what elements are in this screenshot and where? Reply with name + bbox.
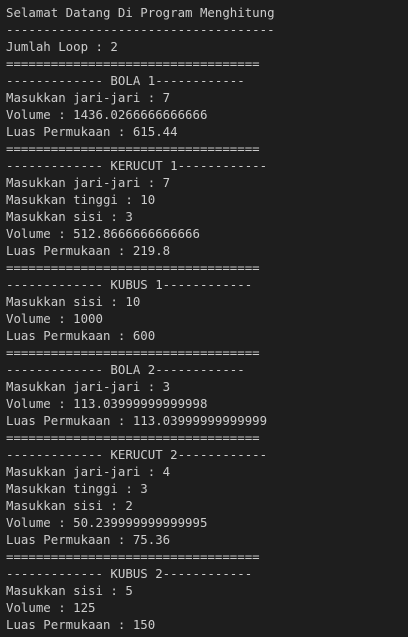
output-line: Volume : 125 bbox=[6, 600, 96, 615]
output-line: Jumlah Loop : 2 bbox=[6, 39, 118, 54]
output-line: Volume : 512.8666666666666 bbox=[6, 226, 200, 241]
output-line: Volume : 50.239999999999995 bbox=[6, 515, 208, 530]
output-line: Selamat Datang Di Program Menghitung bbox=[6, 5, 275, 20]
output-line: ================================== bbox=[6, 549, 260, 564]
output-line: Volume : 113.03999999999998 bbox=[6, 396, 208, 411]
output-line: Masukkan jari-jari : 3 bbox=[6, 379, 171, 394]
output-line: ------------- KUBUS 1------------ bbox=[6, 277, 253, 292]
output-line: ------------- KUBUS 2------------ bbox=[6, 566, 253, 581]
output-line: Masukkan jari-jari : 7 bbox=[6, 175, 171, 190]
output-line: Luas Permukaan : 75.36 bbox=[6, 532, 171, 547]
terminal-output[interactable]: Selamat Datang Di Program Menghitung ---… bbox=[0, 0, 408, 637]
output-line: ------------- KERUCUT 2------------ bbox=[6, 447, 268, 462]
output-line: Masukkan sisi : 3 bbox=[6, 209, 133, 224]
output-line: Luas Permukaan : 150 bbox=[6, 617, 156, 632]
output-line: Masukkan sisi : 2 bbox=[6, 498, 133, 513]
output-line: ================================== bbox=[6, 56, 260, 71]
output-line: ================================== bbox=[6, 141, 260, 156]
output-line: ================================== bbox=[6, 345, 260, 360]
output-line: Masukkan jari-jari : 4 bbox=[6, 464, 171, 479]
output-line: Volume : 1000 bbox=[6, 311, 103, 326]
output-line: ================================== bbox=[6, 430, 260, 445]
output-line: Luas Permukaan : 615.44 bbox=[6, 124, 178, 139]
output-line: Volume : 1436.0266666666666 bbox=[6, 107, 208, 122]
output-line: ------------- BOLA 2------------ bbox=[6, 362, 245, 377]
output-line: ================================== bbox=[6, 260, 260, 275]
output-line: Masukkan sisi : 10 bbox=[6, 294, 141, 309]
output-line: Luas Permukaan : 600 bbox=[6, 328, 156, 343]
output-line: Masukkan jari-jari : 7 bbox=[6, 90, 171, 105]
output-line: Masukkan tinggi : 3 bbox=[6, 481, 148, 496]
output-line: ------------- KERUCUT 1------------ bbox=[6, 158, 268, 173]
output-line: Luas Permukaan : 219.8 bbox=[6, 243, 171, 258]
output-line: ------------- BOLA 1------------ bbox=[6, 73, 245, 88]
output-line: ------------------------------------ bbox=[6, 22, 275, 37]
output-line: Masukkan sisi : 5 bbox=[6, 583, 133, 598]
output-line: Luas Permukaan : 113.03999999999999 bbox=[6, 413, 268, 428]
output-line: Masukkan tinggi : 10 bbox=[6, 192, 156, 207]
